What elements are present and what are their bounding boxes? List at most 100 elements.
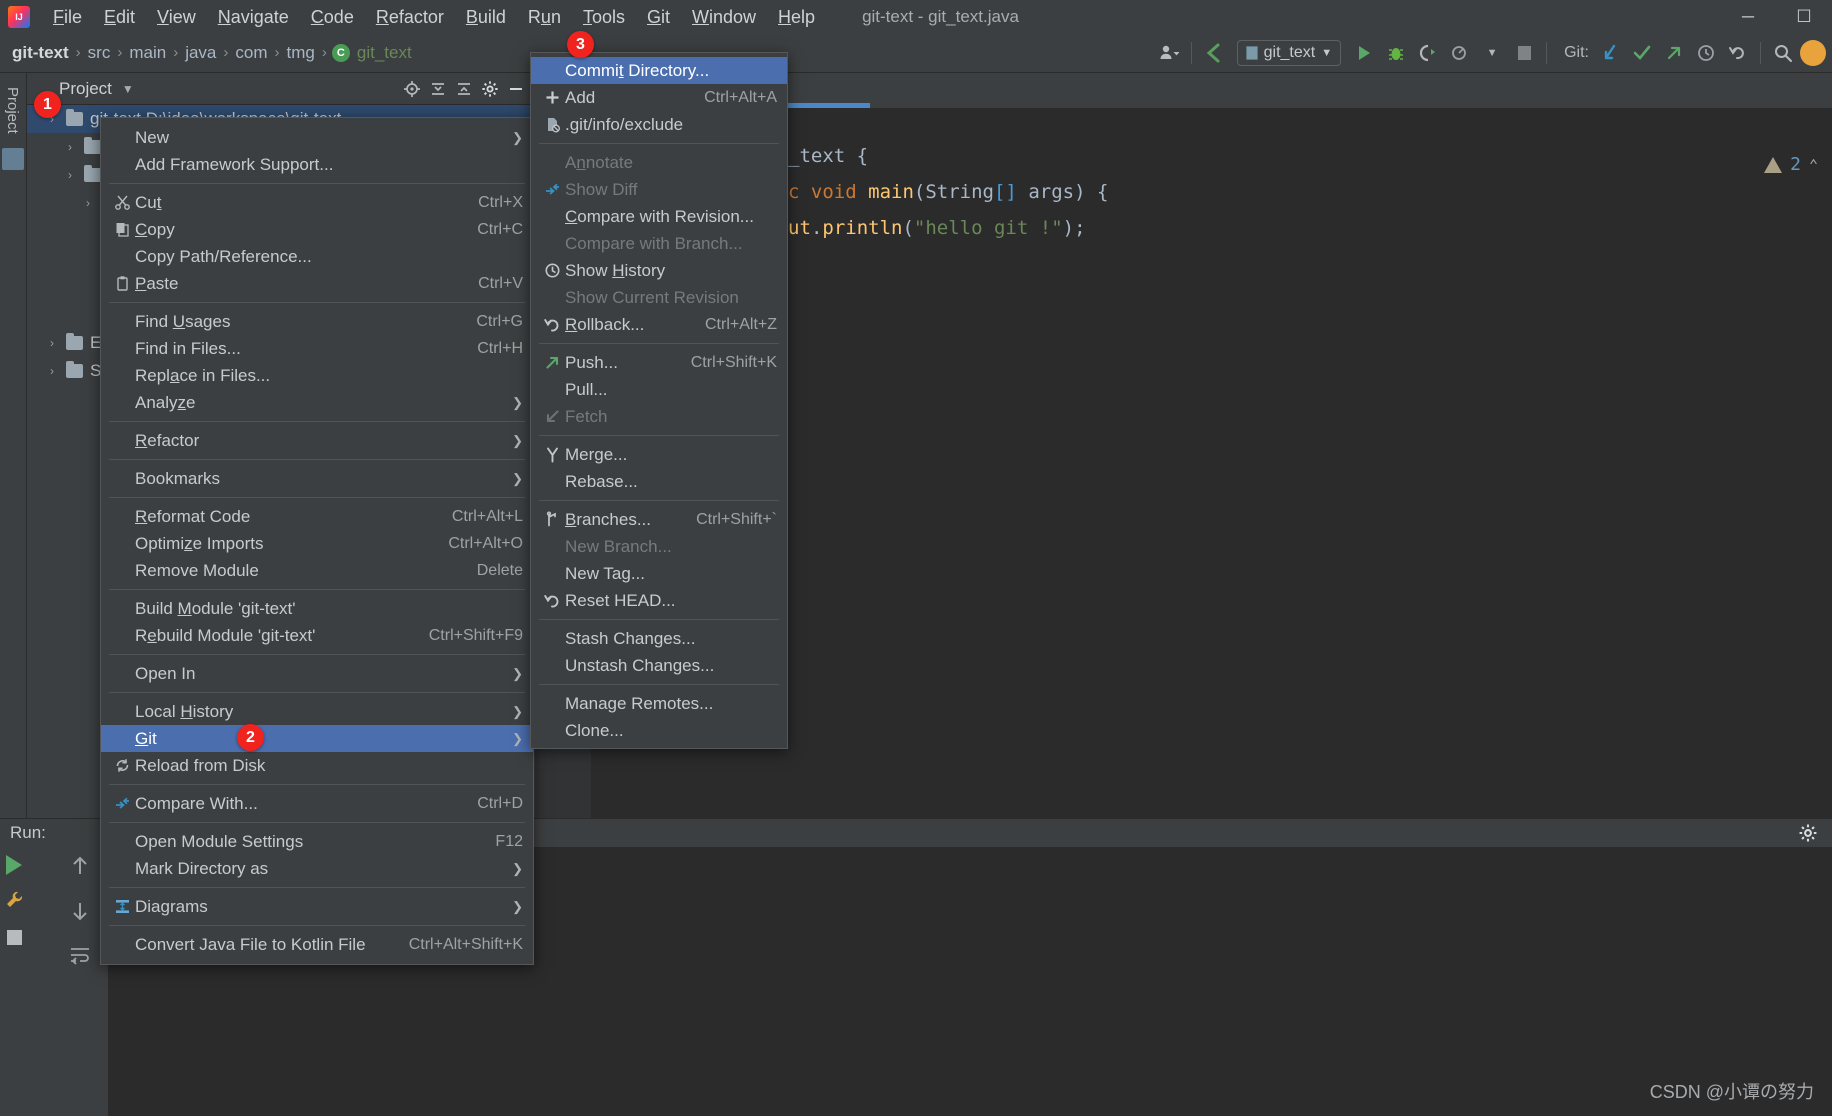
menu-git[interactable]: Git — [636, 2, 681, 32]
run-coverage-icon[interactable] — [1413, 38, 1443, 68]
settings-icon[interactable] — [477, 76, 503, 102]
locate-icon[interactable] — [399, 76, 425, 102]
git-history-icon[interactable] — [1691, 38, 1721, 68]
menu-item-replace-in-files[interactable]: Replace in Files... — [101, 362, 533, 389]
menu-item-cut[interactable]: Cut Ctrl+X — [101, 189, 533, 216]
menu-item-optimize-imports[interactable]: Optimize Imports Ctrl+Alt+O — [101, 530, 533, 557]
debug-icon[interactable] — [1381, 38, 1411, 68]
structure-icon[interactable] — [2, 147, 24, 170]
profile-icon[interactable] — [1445, 38, 1475, 68]
menu-item-convert-java-file-to-kotlin-file[interactable]: Convert Java File to Kotlin File Ctrl+Alt… — [101, 931, 533, 958]
menu-item-local-history[interactable]: Local History ❯ — [101, 698, 533, 725]
tree-expand-icon[interactable]: › — [63, 140, 77, 154]
git-commit-icon[interactable] — [1627, 38, 1657, 68]
chevron-down-icon[interactable]: ▼ — [122, 82, 134, 96]
menu-item-stash-changes[interactable]: Stash Changes... — [531, 625, 787, 652]
menu-item-mark-directory-as[interactable]: Mark Directory as ❯ — [101, 855, 533, 882]
menu-item-rebuild-module--git-text[interactable]: Rebuild Module 'git-text' Ctrl+Shift+F9 — [101, 622, 533, 649]
breadcrumb-item-tmg[interactable]: tmg — [285, 43, 317, 63]
menu-item-refactor[interactable]: Refactor ❯ — [101, 427, 533, 454]
avatar[interactable] — [1800, 40, 1826, 66]
arrow-down-icon[interactable] — [70, 900, 90, 927]
menu-item-find-in-files[interactable]: Find in Files... Ctrl+H — [101, 335, 533, 362]
back-arrow-icon[interactable] — [1199, 38, 1229, 68]
menu-item-pull[interactable]: Pull... — [531, 376, 787, 403]
menu-item-git[interactable]: Git ❯ — [101, 725, 533, 752]
menu-item-push[interactable]: Push... Ctrl+Shift+K — [531, 349, 787, 376]
menu-item-show-history[interactable]: Show History — [531, 257, 787, 284]
menu-item-new[interactable]: New ❯ — [101, 124, 533, 151]
menu-item-clone[interactable]: Clone... — [531, 717, 787, 744]
git-update-icon[interactable] — [1595, 38, 1625, 68]
main-menu-bar[interactable]: File Edit View Navigate Code Refactor Build Run… — [42, 0, 826, 33]
menu-item-open-module-settings[interactable]: Open Module Settings F12 — [101, 828, 533, 855]
menu-build[interactable]: Build — [455, 2, 517, 32]
menu-item-copy-path-reference[interactable]: Copy Path/Reference... — [101, 243, 533, 270]
menu-item-reformat-code[interactable]: Reformat Code Ctrl+Alt+L — [101, 503, 533, 530]
git-submenu[interactable]: Commit Directory... Add Ctrl+Alt+A .git/inf… — [530, 52, 788, 749]
git-rollback-icon[interactable] — [1723, 38, 1753, 68]
collapse-all-icon[interactable] — [425, 76, 451, 102]
wrench-icon[interactable] — [3, 889, 25, 916]
menu-item-open-in[interactable]: Open In ❯ — [101, 660, 533, 687]
menu-tools[interactable]: Tools — [572, 2, 636, 32]
rerun-icon[interactable] — [6, 855, 22, 875]
menu-item-reset-head[interactable]: Reset HEAD... — [531, 587, 787, 614]
menu-item-rollback[interactable]: Rollback... Ctrl+Alt+Z — [531, 311, 787, 338]
menu-navigate[interactable]: Navigate — [207, 2, 300, 32]
menu-item-merge[interactable]: Merge... — [531, 441, 787, 468]
breadcrumb-item-main[interactable]: main — [127, 43, 168, 63]
tree-expand-icon[interactable]: › — [63, 168, 77, 182]
breadcrumb-item-git-text[interactable]: git_text — [355, 43, 414, 63]
breadcrumb-item-java[interactable]: java — [183, 43, 218, 63]
search-icon[interactable] — [1768, 38, 1798, 68]
tree-expand-icon[interactable]: › — [45, 336, 59, 350]
chevron-down-icon[interactable]: ▼ — [1477, 38, 1507, 68]
menu-item-new-tag[interactable]: New Tag... — [531, 560, 787, 587]
tool-window-tab-project[interactable]: Project — [0, 79, 25, 142]
menu-run[interactable]: Run — [517, 2, 572, 32]
stop-icon[interactable] — [6, 930, 22, 945]
menu-view[interactable]: View — [146, 2, 207, 32]
window-controls[interactable]: ─ ☐ — [1720, 0, 1832, 33]
menu-item-diagrams[interactable]: Diagrams ❯ — [101, 893, 533, 920]
menu-item-copy[interactable]: Copy Ctrl+C — [101, 216, 533, 243]
menu-item-compare-with[interactable]: Compare With... Ctrl+D — [101, 790, 533, 817]
breadcrumb-item-com[interactable]: com — [233, 43, 269, 63]
menu-window[interactable]: Window — [681, 2, 767, 32]
breadcrumb[interactable]: git-text › src › main › java › com › tmg › Cgit_text — [10, 43, 414, 63]
git-push-icon[interactable] — [1659, 38, 1689, 68]
breadcrumb-item-git-text[interactable]: git-text — [10, 43, 71, 63]
menu-item-paste[interactable]: Paste Ctrl+V — [101, 270, 533, 297]
menu-item-find-usages[interactable]: Find Usages Ctrl+G — [101, 308, 533, 335]
expand-all-icon[interactable] — [451, 76, 477, 102]
soft-wrap-icon[interactable] — [69, 945, 91, 970]
minimize-button[interactable]: ─ — [1720, 0, 1776, 33]
run-configuration-selector[interactable]: git_text ▼ — [1236, 40, 1342, 66]
tree-expand-icon[interactable]: › — [45, 364, 59, 378]
menu-item-branches[interactable]: Branches... Ctrl+Shift+` — [531, 506, 787, 533]
breadcrumb-item-src[interactable]: src — [86, 43, 113, 63]
arrow-up-icon[interactable] — [70, 855, 90, 882]
tree-expand-icon[interactable]: › — [81, 196, 95, 210]
menu-item-add-framework-support[interactable]: Add Framework Support... — [101, 151, 533, 178]
menu-file[interactable]: File — [42, 2, 93, 32]
hide-panel-icon[interactable] — [503, 76, 529, 102]
run-icon[interactable] — [1349, 38, 1379, 68]
settings-icon[interactable] — [1798, 823, 1818, 848]
menu-item-manage-remotes[interactable]: Manage Remotes... — [531, 690, 787, 717]
menu-code[interactable]: Code — [300, 2, 365, 32]
menu-item-commit-directory[interactable]: Commit Directory... — [531, 57, 787, 84]
menu-item-rebase[interactable]: Rebase... — [531, 468, 787, 495]
stop-icon[interactable] — [1509, 38, 1539, 68]
menu-item-compare-with-revision[interactable]: Compare with Revision... — [531, 203, 787, 230]
menu-help[interactable]: Help — [767, 2, 826, 32]
menu-edit[interactable]: Edit — [93, 2, 146, 32]
menu-item-unstash-changes[interactable]: Unstash Changes... — [531, 652, 787, 679]
menu-item--git-info-exclude[interactable]: .git/info/exclude — [531, 111, 787, 138]
menu-item-remove-module[interactable]: Remove Module Delete — [101, 557, 533, 584]
menu-item-add[interactable]: Add Ctrl+Alt+A — [531, 84, 787, 111]
menu-item-build-module--git-text[interactable]: Build Module 'git-text' — [101, 595, 533, 622]
menu-item-reload-from-disk[interactable]: Reload from Disk — [101, 752, 533, 779]
inspection-status[interactable]: 2 ⌃ — [1764, 154, 1818, 175]
